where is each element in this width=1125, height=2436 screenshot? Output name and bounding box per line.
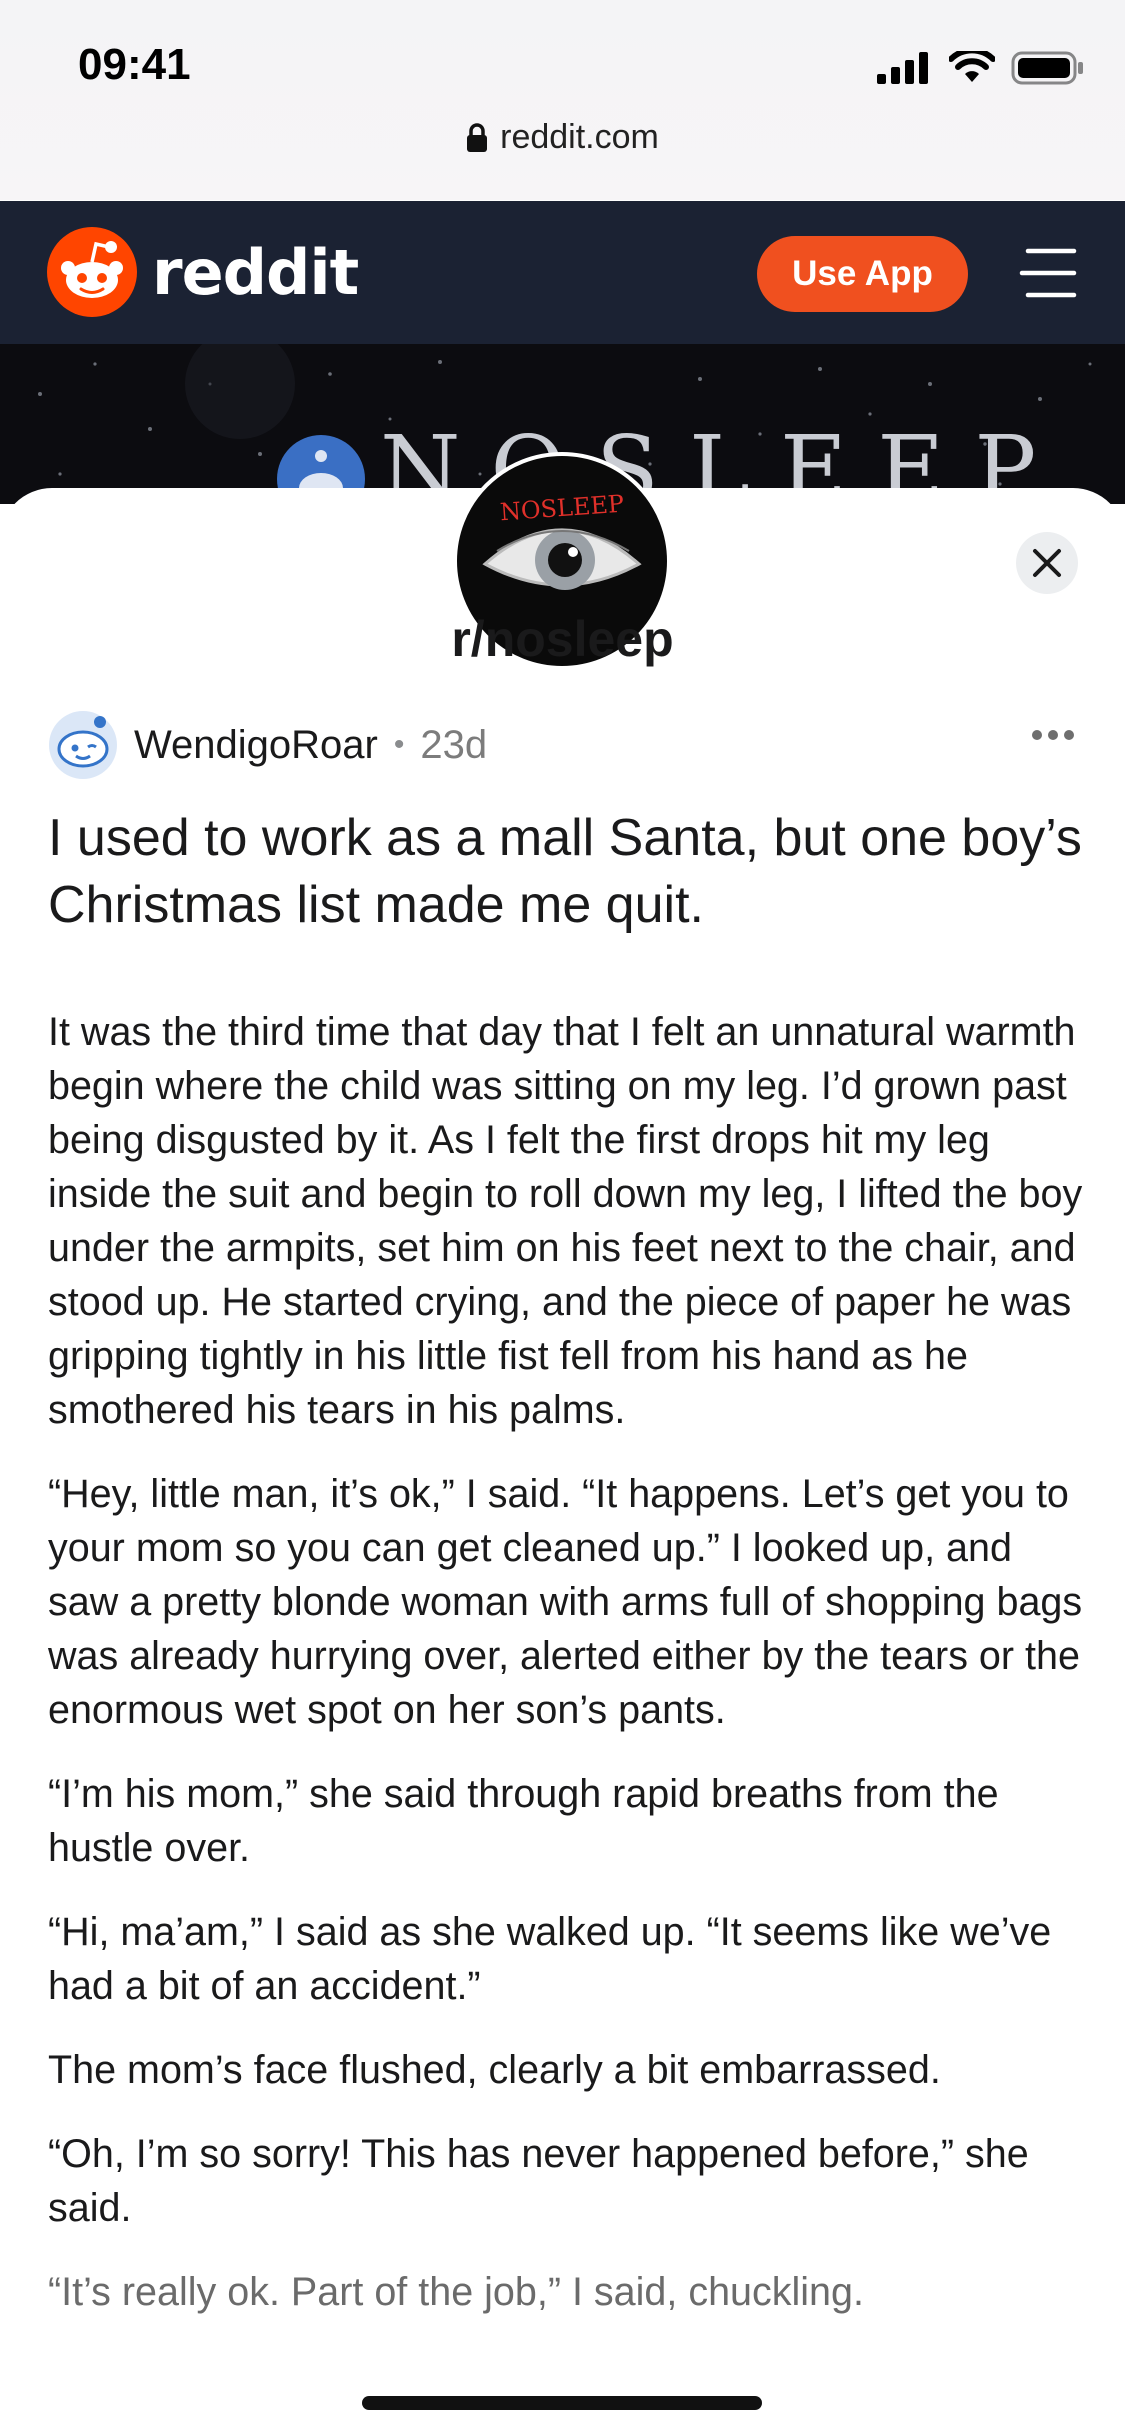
post-author[interactable]: WendigoRoar bbox=[134, 723, 378, 768]
post-paragraph: The mom’s face flushed, clearly a bit em… bbox=[48, 2048, 941, 2092]
post-paragraph: “Oh, I’m so sorry! This has never happen… bbox=[48, 2132, 1029, 2230]
close-icon bbox=[1033, 549, 1061, 577]
snoo-logo-icon bbox=[47, 227, 137, 317]
author-avatar[interactable] bbox=[48, 710, 118, 780]
post-paragraph: “It’s really ok. Part of the job,” I sai… bbox=[48, 2270, 864, 2314]
home-indicator[interactable] bbox=[362, 2396, 762, 2410]
status-icons bbox=[877, 48, 1085, 88]
url-text: reddit.com bbox=[500, 118, 659, 156]
post-paragraph: “Hi, ma’am,” I said as she walked up. “I… bbox=[48, 1910, 1052, 2008]
wifi-icon bbox=[949, 51, 995, 82]
post-paragraph: “Hey, little man, it’s ok,” I said. “It … bbox=[48, 1472, 1083, 1732]
close-button[interactable] bbox=[1016, 532, 1078, 594]
status-time: 09:41 bbox=[78, 40, 191, 89]
post-paragraph: It was the third time that day that I fe… bbox=[48, 1010, 1083, 1432]
reddit-wordmark: reddit bbox=[152, 235, 359, 309]
post-meta: WendigoRoar • 23d bbox=[48, 710, 487, 780]
post-body: It was the third time that day that I fe… bbox=[48, 1005, 1093, 2349]
address-bar[interactable]: reddit.com bbox=[0, 118, 1125, 157]
post-age: 23d bbox=[420, 722, 488, 767]
reddit-logo[interactable]: reddit bbox=[46, 227, 359, 317]
more-options-icon[interactable] bbox=[1030, 728, 1076, 742]
use-app-button[interactable]: Use App bbox=[757, 236, 968, 312]
post-title[interactable]: I used to work as a mall Santa, but one … bbox=[48, 805, 1088, 939]
battery-icon bbox=[1011, 51, 1083, 85]
lock-icon bbox=[467, 122, 488, 152]
hamburger-menu-icon[interactable] bbox=[1018, 245, 1078, 301]
community-name[interactable]: r/nosleep bbox=[0, 610, 1125, 668]
signal-icon bbox=[877, 52, 928, 84]
post-paragraph: “I’m his mom,” she said through rapid br… bbox=[48, 1772, 999, 1870]
browser-chrome: 09:41 reddit.com bbox=[0, 0, 1125, 200]
meta-separator: • bbox=[393, 728, 405, 761]
